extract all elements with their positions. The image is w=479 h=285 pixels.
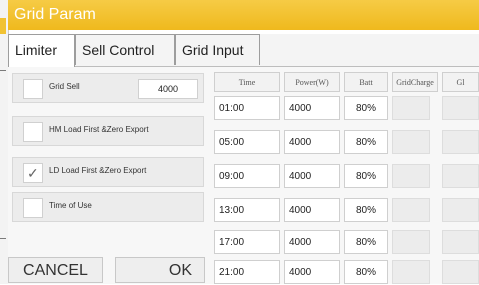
hm-load-first-label: HM Load First &Zero Export [49,125,149,134]
grid-charge-checkbox[interactable] [392,260,430,284]
grid-charge-checkbox[interactable] [392,230,430,254]
gen-checkbox[interactable] [442,198,479,222]
time-of-use-option[interactable]: Time of Use [12,192,204,222]
tab-sell-control[interactable]: Sell Control [75,34,175,65]
time-input[interactable]: 09:00 [214,164,280,188]
ld-load-first-option[interactable]: ✓ LD Load First &Zero Export [12,157,204,187]
cancel-button[interactable]: CANCEL [8,257,103,283]
power-input[interactable]: 4000 [284,260,340,284]
power-input[interactable]: 4000 [284,230,340,254]
hm-load-first-option[interactable]: HM Load First &Zero Export [12,116,204,146]
header-grid-charge: GridCharge [392,72,438,92]
batt-input[interactable]: 80% [344,130,388,154]
background-line [0,238,6,239]
tab-grid-input[interactable]: Grid Input [175,34,260,65]
ld-load-first-label: LD Load First &Zero Export [49,166,147,175]
gen-checkbox[interactable] [442,164,479,188]
background-line [0,70,6,71]
tab-bar: Limiter Sell Control Grid Input [8,34,479,67]
grid-charge-checkbox[interactable] [392,96,430,120]
time-input[interactable]: 21:00 [214,260,280,284]
gen-checkbox[interactable] [442,260,479,284]
title-bar: Grid Param [8,0,479,30]
time-input[interactable]: 05:00 [214,130,280,154]
header-gen: Gl [442,72,479,92]
batt-input[interactable]: 80% [344,198,388,222]
time-input[interactable]: 13:00 [214,198,280,222]
batt-input[interactable]: 80% [344,96,388,120]
gen-checkbox[interactable] [442,96,479,120]
ld-load-first-checkbox[interactable]: ✓ [23,163,43,183]
header-batt: Batt [344,72,388,92]
grid-charge-checkbox[interactable] [392,130,430,154]
batt-input[interactable]: 80% [344,164,388,188]
grid-sell-checkbox[interactable] [23,79,43,99]
time-input[interactable]: 17:00 [214,230,280,254]
ok-button[interactable]: OK [115,257,205,283]
batt-input[interactable]: 80% [344,230,388,254]
hm-load-first-checkbox[interactable] [23,122,43,142]
time-input[interactable]: 01:00 [214,96,280,120]
window-title: Grid Param [14,6,96,23]
grid-charge-checkbox[interactable] [392,164,430,188]
grid-sell-value-input[interactable]: 4000 [138,79,198,99]
time-of-use-checkbox[interactable] [23,198,43,218]
grid-sell-label: Grid Sell [49,82,80,91]
checkmark-icon: ✓ [27,165,39,181]
gen-checkbox[interactable] [442,130,479,154]
power-input[interactable]: 4000 [284,96,340,120]
power-input[interactable]: 4000 [284,164,340,188]
header-power: Power(W) [284,72,340,92]
grid-sell-option[interactable]: Grid Sell 4000 [12,73,204,103]
batt-input[interactable]: 80% [344,260,388,284]
header-time: Time [214,72,280,92]
power-input[interactable]: 4000 [284,130,340,154]
time-of-use-label: Time of Use [49,201,92,210]
grid-charge-checkbox[interactable] [392,198,430,222]
power-input[interactable]: 4000 [284,198,340,222]
tab-limiter[interactable]: Limiter [8,34,75,67]
gen-checkbox[interactable] [442,230,479,254]
background-accent [0,18,6,34]
